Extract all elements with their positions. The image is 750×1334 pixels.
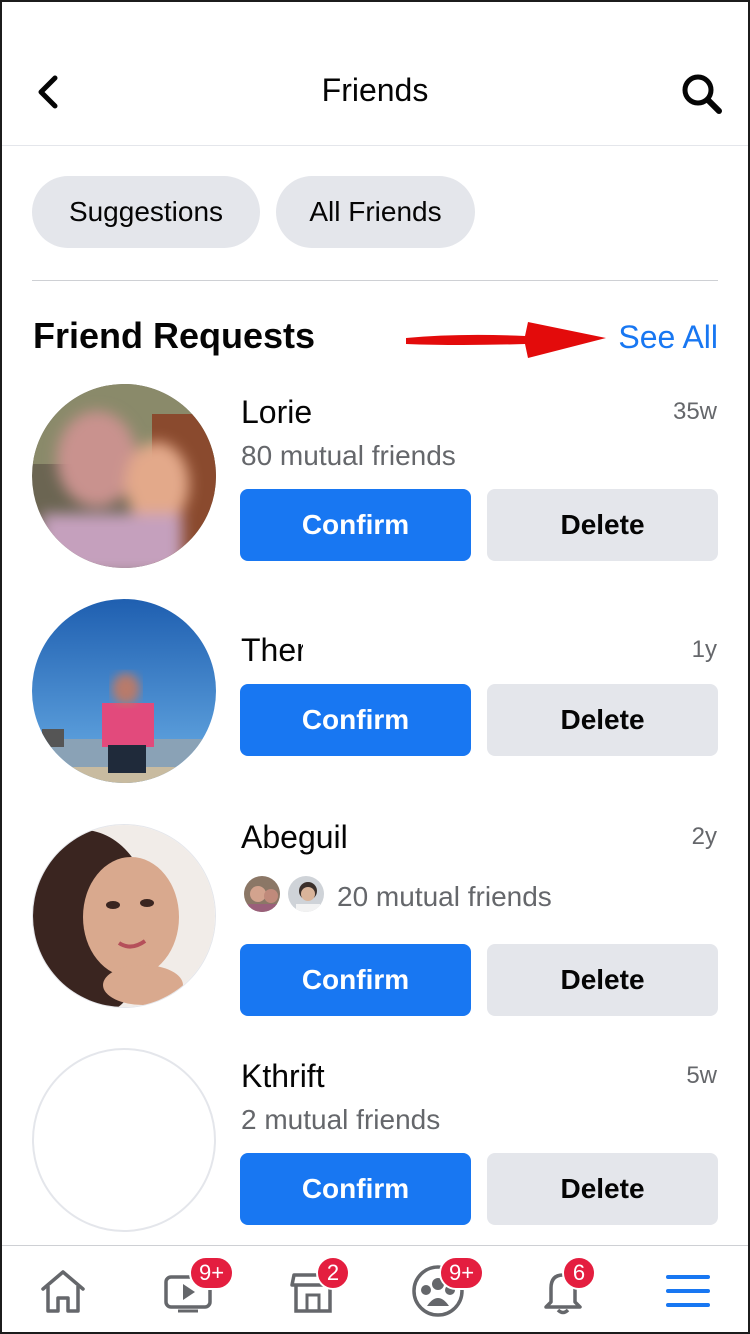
nav-menu[interactable] [625,1246,750,1334]
confirm-button[interactable]: Confirm [240,684,471,756]
red-arrow-annotation [406,322,606,358]
notification-badge: 9+ [189,1256,235,1290]
search-icon [682,74,722,114]
nav-watch[interactable]: 9+ [125,1246,250,1334]
request-age: 5w [686,1062,717,1089]
notification-badge: 2 [316,1256,350,1290]
mutual-friends[interactable]: 80 mutual friends [241,440,456,472]
avatar-lorie[interactable] [32,384,216,568]
request-name[interactable]: Abeguil [241,819,348,856]
suggestions-chip[interactable]: Suggestions [32,176,260,248]
mutual-friends[interactable]: 2 mutual friends [241,1104,440,1136]
avatar-abeguil[interactable] [32,824,216,1008]
nav-notifications[interactable]: 6 [500,1246,625,1334]
request-name[interactable]: Lorie [241,394,312,431]
mutual-friend-avatar [242,874,282,914]
home-icon [40,1269,85,1313]
section-title: Friend Requests [33,315,316,356]
request-name[interactable]: Kthrift [241,1058,325,1095]
nav-marketplace[interactable]: 2 [250,1246,375,1334]
avatar-kthrift[interactable] [32,1048,216,1232]
request-age: 2y [691,823,717,850]
confirm-button[interactable]: Confirm [240,489,471,561]
request-age: 1y [691,636,717,663]
divider [32,280,718,281]
nav-home[interactable] [0,1246,125,1334]
notification-badge: 9+ [439,1256,485,1290]
request-name[interactable]: Ther [241,632,303,669]
notification-badge: 6 [562,1256,596,1290]
delete-button[interactable]: Delete [487,944,718,1016]
confirm-button[interactable]: Confirm [240,944,471,1016]
bottom-nav: 9+ 2 9+ 6 [0,1245,750,1334]
top-bar: Friends [0,0,750,146]
request-age: 35w [672,398,717,425]
confirm-button[interactable]: Confirm [240,1153,471,1225]
page-title: Friends [321,72,429,108]
search-button[interactable] [680,72,724,116]
delete-button[interactable]: Delete [487,489,718,561]
see-all-link[interactable]: See All [618,319,718,356]
mutual-friends[interactable]: 20 mutual friends [337,881,552,913]
nav-groups[interactable]: 9+ [375,1246,500,1334]
avatar-ther[interactable] [32,599,216,783]
all-friends-chip[interactable]: All Friends [276,176,475,248]
delete-button[interactable]: Delete [487,684,718,756]
menu-icon [665,1274,710,1307]
mutual-friend-avatar [286,874,326,914]
delete-button[interactable]: Delete [487,1153,718,1225]
